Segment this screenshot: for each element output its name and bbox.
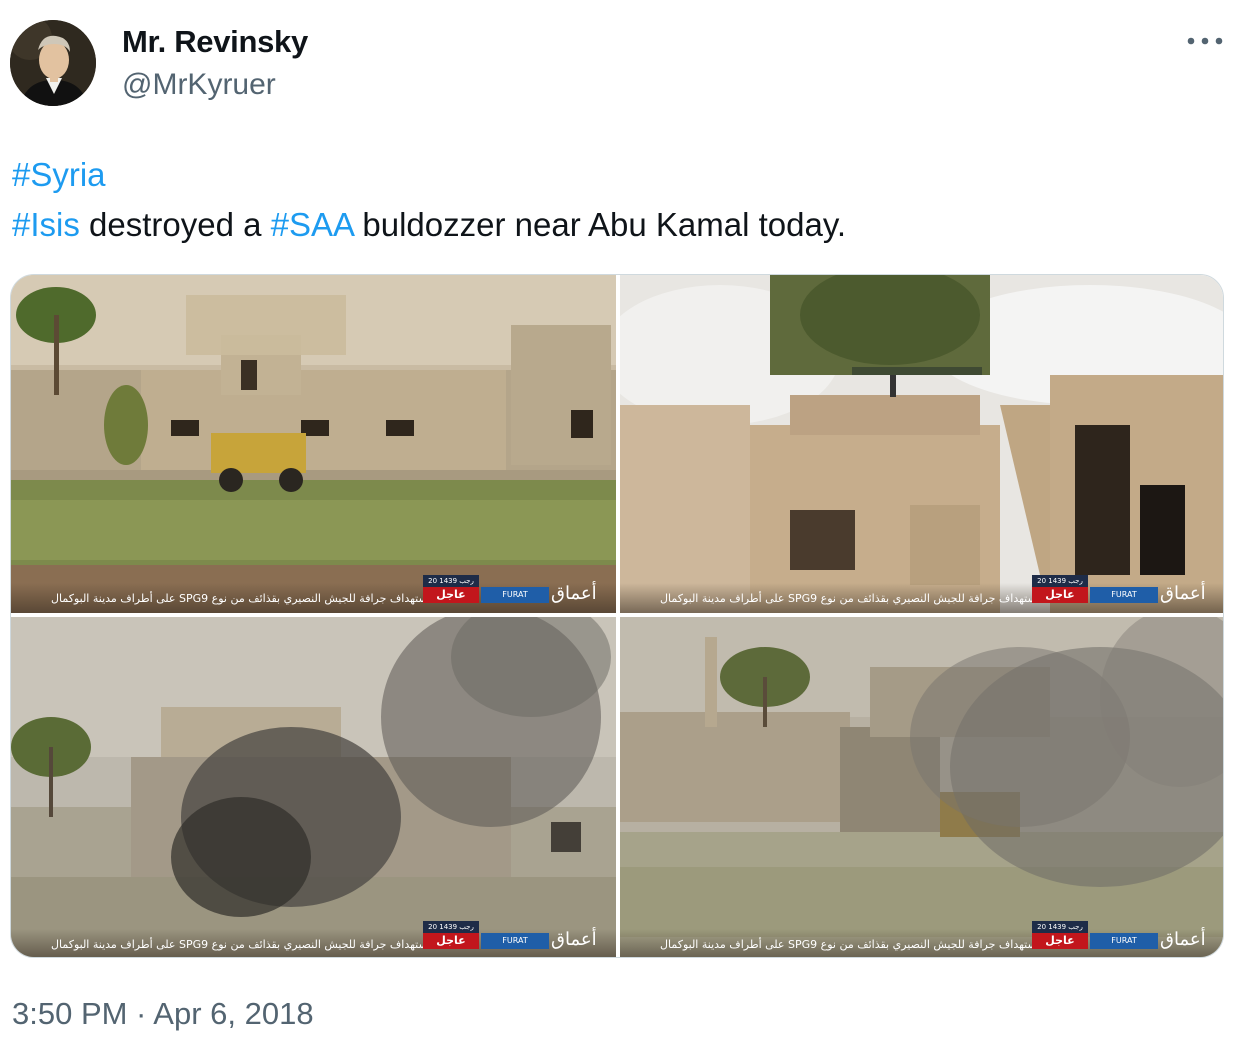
ticker-agency-label: FURAT — [1090, 933, 1158, 949]
media-image-2[interactable]: استهداف جرافة للجيش النصيري بقذائف من نو… — [620, 275, 1223, 613]
media-grid: استهداف جرافة للجيش النصيري بقذائف من نو… — [10, 274, 1224, 958]
ticker-date: 20 رجب 1439 — [1032, 575, 1088, 587]
media-image-1[interactable]: استهداف جرافة للجيش النصيري بقذائف من نو… — [11, 275, 616, 613]
hashtag-link[interactable]: #Isis — [12, 206, 80, 243]
ticker-urgent-badge: عاجل — [1032, 587, 1088, 603]
ticker-urgent-badge: عاجل — [423, 933, 479, 949]
more-options-button[interactable] — [1180, 26, 1230, 56]
ticker-agency-label: FURAT — [481, 933, 549, 949]
ticker-agency-label: FURAT — [1090, 587, 1158, 603]
author-handle[interactable]: @MrKyruer — [122, 68, 276, 102]
ticker-caption: استهداف جرافة للجيش النصيري بقذائف من نو… — [660, 938, 1040, 951]
ticker-caption: استهداف جرافة للجيش النصيري بقذائف من نو… — [51, 592, 431, 605]
tweet-text-segment: destroyed a — [79, 206, 271, 243]
media-image-4[interactable]: استهداف جرافة للجيش النصيري بقذائف من نو… — [620, 617, 1223, 957]
hashtag-link[interactable]: #SAA — [271, 206, 354, 243]
tweet-line-2: #Isis destroyed a #SAA buldozzer near Ab… — [12, 200, 846, 250]
ticker-date: 20 رجب 1439 — [1032, 921, 1088, 933]
portrait-avatar-icon — [10, 20, 96, 106]
ticker-urgent-badge: عاجل — [1032, 933, 1088, 949]
amaq-logo: أعماق — [1160, 929, 1206, 950]
tweet-timestamp: 3:50 PM · Apr 6, 2018 — [12, 996, 314, 1032]
more-horizontal-icon — [1187, 37, 1223, 45]
ticker-caption: استهداف جرافة للجيش النصيري بقذائف من نو… — [660, 592, 1040, 605]
ticker-agency-label: FURAT — [481, 587, 549, 603]
ticker-date: 20 رجب 1439 — [423, 921, 479, 933]
timestamp-link[interactable]: 3:50 PM · Apr 6, 2018 — [12, 996, 314, 1031]
amaq-logo: أعماق — [551, 929, 597, 950]
media-image-3[interactable]: استهداف جرافة للجيش النصيري بقذائف من نو… — [11, 617, 616, 957]
scene-smoke-image — [11, 617, 616, 957]
ticker-caption: استهداف جرافة للجيش النصيري بقذائف من نو… — [51, 938, 431, 951]
scene-rooftop-launcher-image — [620, 275, 1223, 613]
tweet-line-1: #Syria — [12, 150, 846, 200]
amaq-logo: أعماق — [551, 583, 597, 604]
ticker-urgent-badge: عاجل — [423, 587, 479, 603]
author-display-name[interactable]: Mr. Revinsky — [122, 24, 308, 60]
tweet-text-segment: buldozzer near Abu Kamal today. — [353, 206, 847, 243]
ticker-date: 20 رجب 1439 — [423, 575, 479, 587]
hashtag-link[interactable]: #Syria — [12, 156, 106, 193]
scene-bulldozer-image — [11, 275, 616, 613]
avatar[interactable] — [10, 20, 96, 106]
amaq-logo: أعماق — [1160, 583, 1206, 604]
tweet-text: #Syria #Isis destroyed a #SAA buldozzer … — [12, 150, 846, 250]
scene-haze-image — [620, 617, 1223, 957]
